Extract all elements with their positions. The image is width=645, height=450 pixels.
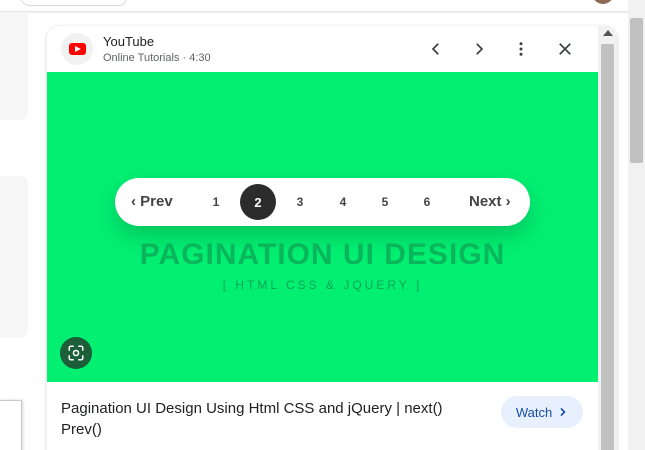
pagination-active-page: 2 (240, 184, 276, 220)
video-title-link[interactable]: Pagination UI Design Using Html CSS and … (61, 398, 481, 440)
chevron-right-icon (476, 43, 484, 55)
pagination-graphic: ‹ Prev 1 2 3 4 5 6 Next › (115, 178, 530, 226)
thumbnail-subtitle: [ HTML CSS & JQUERY ] (222, 278, 423, 292)
image-result-panel: YouTube Online Tutorials · 4:30 ‹ Prev 1… (47, 26, 617, 450)
chevron-right-icon (560, 407, 566, 417)
background-card (0, 176, 28, 338)
meta-separator: · (182, 52, 187, 64)
background-card (0, 12, 28, 120)
background-box (0, 400, 22, 450)
more-vert-icon (519, 42, 523, 56)
panel-header: YouTube Online Tutorials · 4:30 (47, 26, 598, 72)
youtube-play-icon (68, 43, 86, 55)
next-result-button[interactable] (468, 38, 490, 60)
pagination-page: 4 (339, 195, 347, 209)
more-options-button[interactable] (510, 38, 532, 60)
previous-result-button[interactable] (425, 38, 447, 60)
search-pill[interactable] (20, 0, 128, 6)
close-button[interactable] (554, 38, 576, 60)
source-name[interactable]: YouTube (103, 34, 154, 49)
panel-scrollbar[interactable] (598, 26, 617, 450)
google-lens-button[interactable] (60, 337, 92, 369)
browser-top-bar (0, 0, 630, 12)
pagination-prev-label: ‹ Prev (131, 193, 173, 210)
pagination-page: 3 (296, 195, 304, 209)
google-lens-icon (68, 345, 84, 361)
youtube-logo-icon[interactable] (61, 33, 93, 65)
watch-button[interactable]: Watch (501, 396, 583, 428)
avatar[interactable] (592, 0, 614, 4)
close-icon (559, 43, 571, 55)
channel-name: Online Tutorials (103, 52, 180, 64)
thumbnail-title: PAGINATION UI DESIGN (139, 238, 506, 271)
source-meta: Online Tutorials · 4:30 (103, 52, 211, 64)
watch-label: Watch (515, 404, 553, 420)
video-duration: 4:30 (189, 52, 211, 64)
pagination-page: 1 (212, 195, 220, 209)
pagination-page: 5 (381, 195, 389, 209)
panel-scrollbar-thumb[interactable] (601, 44, 614, 450)
page-scrollbar[interactable] (628, 0, 645, 450)
scroll-up-arrow-icon[interactable] (603, 30, 613, 36)
chevron-left-icon (431, 43, 439, 55)
page-scrollbar-thumb[interactable] (630, 18, 643, 163)
video-preview[interactable]: ‹ Prev 1 2 3 4 5 6 Next › PAGINATION UI … (47, 72, 598, 382)
pagination-next-label: Next › (469, 193, 511, 210)
pagination-page: 6 (423, 195, 431, 209)
